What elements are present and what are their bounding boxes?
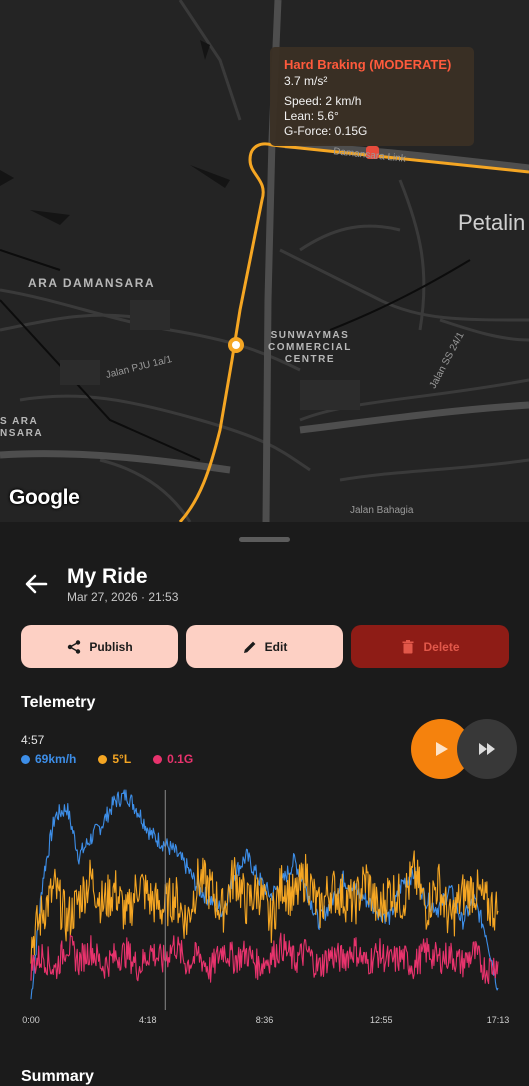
- arrow-left-icon: [25, 574, 48, 594]
- publish-button[interactable]: Publish: [21, 625, 178, 668]
- area-label-sunwaymas: SUNWAYMAS COMMERCIAL CENTRE: [268, 330, 352, 365]
- x-tick-label: 12:55: [370, 1015, 393, 1025]
- publish-label: Publish: [89, 639, 133, 654]
- tooltip-speed: Speed: 2 km/h: [284, 94, 362, 108]
- edit-button[interactable]: Edit: [186, 625, 343, 668]
- area-label-ara-damansara: ARA DAMANSARA: [28, 276, 156, 290]
- ride-map[interactable]: ARA DAMANSARA SUNWAYMAS COMMERCIAL CENTR…: [0, 0, 529, 522]
- tooltip-lean: Lean: 5.6°: [284, 109, 339, 123]
- playback-time: 4:57: [21, 733, 45, 747]
- x-tick-label: 4:18: [139, 1015, 157, 1025]
- tooltip-title: Hard Braking (MODERATE): [284, 57, 452, 72]
- fast-forward-icon: [479, 743, 495, 755]
- fast-forward-button[interactable]: [457, 719, 517, 779]
- area-label-ara-damansara-edge: S ARA NSARA: [0, 416, 44, 439]
- delete-button[interactable]: Delete: [351, 625, 509, 668]
- legend-gforce-dot: [153, 754, 163, 764]
- tooltip-accel: 3.7 m/s²: [284, 74, 328, 88]
- trash-icon: [402, 639, 414, 653]
- legend-speed: 69km/h: [21, 752, 76, 766]
- back-button[interactable]: [20, 568, 52, 600]
- sheet-drag-handle[interactable]: [239, 537, 290, 542]
- city-label: Petalin: [458, 210, 526, 235]
- delete-label: Delete: [423, 639, 460, 654]
- legend-lean-label: 5°L: [112, 752, 132, 766]
- legend-gforce-label: 0.1G: [167, 752, 194, 766]
- play-icon: [436, 742, 448, 756]
- legend-lean-dot: [98, 754, 108, 764]
- ride-date: Mar 27, 2026 · 21:53: [67, 590, 179, 604]
- telemetry-chart[interactable]: 0:00 4:18 8:36 12:55 17:13: [0, 782, 529, 1032]
- tooltip-gforce: G-Force: 0.15G: [284, 124, 368, 138]
- telemetry-legend: 69km/h 5°L 0.1G: [21, 752, 193, 766]
- google-logo: Google: [9, 486, 80, 509]
- legend-gforce: 0.1G: [153, 752, 193, 766]
- legend-speed-label: 69km/h: [35, 752, 77, 766]
- legend-speed-dot: [21, 754, 30, 764]
- x-tick-label: 17:13: [487, 1015, 510, 1025]
- pencil-icon: [243, 641, 256, 653]
- street-label-bahagia: Jalan Bahagia: [350, 505, 414, 516]
- series-line-2: [30, 932, 499, 985]
- x-tick-label: 8:36: [256, 1015, 274, 1025]
- summary-title: Summary: [21, 1068, 94, 1085]
- x-tick-label: 0:00: [22, 1015, 40, 1025]
- event-tooltip: Hard Braking (MODERATE) 3.7 m/s² Speed: …: [270, 47, 474, 146]
- share-icon: [68, 639, 81, 654]
- legend-lean: 5°L: [98, 752, 131, 766]
- edit-label: Edit: [264, 639, 288, 654]
- ride-title: My Ride: [67, 565, 148, 588]
- ride-details-sheet: My Ride Mar 27, 2026 · 21:53 Publish Edi…: [0, 522, 529, 1085]
- telemetry-title: Telemetry: [21, 694, 96, 711]
